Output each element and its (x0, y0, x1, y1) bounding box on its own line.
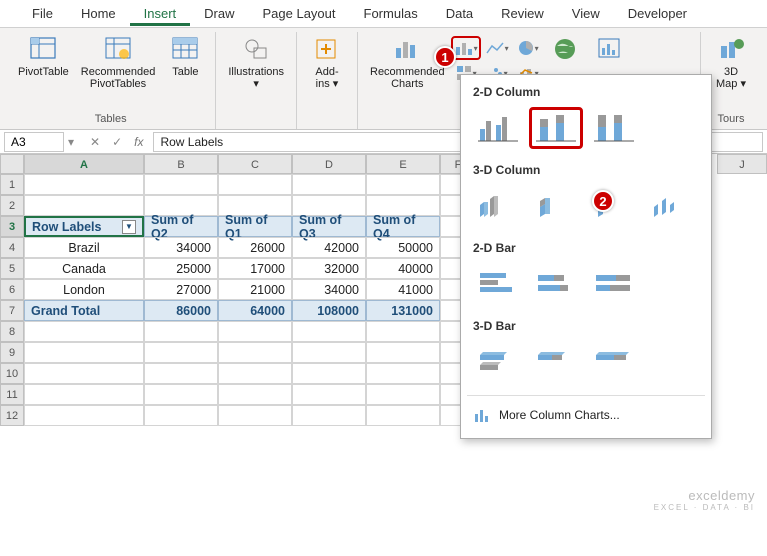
line-chart-icon (485, 39, 505, 57)
pivottable-icon (27, 34, 59, 64)
3d-map-button[interactable]: 3DMap ▾ (707, 32, 755, 92)
ribbon-tabs: File Home Insert Draw Page Layout Formul… (0, 0, 767, 28)
pivottable-button[interactable]: PivotTable (12, 32, 75, 80)
pivotchart-button[interactable] (587, 32, 631, 66)
tab-file[interactable]: File (18, 1, 67, 26)
tab-review[interactable]: Review (487, 1, 558, 26)
pivot-col-header[interactable]: Sum of Q3 (292, 216, 366, 237)
tab-draw[interactable]: Draw (190, 1, 248, 26)
100-stacked-bar-2d[interactable] (587, 263, 641, 305)
recommended-pivot-icon (102, 34, 134, 64)
column-chart-icon (473, 406, 491, 424)
row-header[interactable]: 6 (0, 279, 24, 300)
shapes-icon (240, 34, 272, 64)
insert-pie-chart-button[interactable]: ▾ (513, 36, 543, 60)
row-header[interactable]: 3 (0, 216, 24, 237)
pivot-col-header[interactable]: Sum of Q4 (366, 216, 440, 237)
globe-icon (549, 34, 581, 64)
insert-line-chart-button[interactable]: ▾ (482, 36, 512, 60)
callout-2: 2 (592, 190, 614, 212)
clustered-bar-2d[interactable] (471, 263, 525, 305)
callout-1: 1 (434, 46, 456, 68)
menu-group-2d-bar: 2-D Bar (461, 237, 711, 259)
name-box[interactable] (4, 132, 64, 152)
tab-page-layout[interactable]: Page Layout (249, 1, 350, 26)
col-header-j[interactable]: J (717, 154, 767, 174)
100-stacked-bar-3d[interactable] (587, 341, 641, 383)
stacked-bar-2d[interactable] (529, 263, 583, 305)
group-tours-label: Tours (718, 111, 745, 127)
stacked-bar-3d[interactable] (529, 341, 583, 383)
tab-view[interactable]: View (558, 1, 614, 26)
recommended-charts-icon (391, 34, 423, 64)
tab-data[interactable]: Data (432, 1, 487, 26)
fx-icon[interactable]: fx (128, 135, 149, 149)
group-addins: Add-ins ▾ (297, 32, 358, 129)
name-box-dropdown[interactable]: ▾ (68, 135, 84, 149)
menu-group-3d-column: 3-D Column (461, 159, 711, 181)
illustrations-button[interactable]: Illustrations▾ (222, 32, 290, 92)
col-header-c[interactable]: C (218, 154, 292, 174)
stacked-column-3d[interactable] (529, 185, 583, 227)
filter-dropdown-icon[interactable]: ▼ (122, 220, 136, 234)
stacked-column-2d[interactable] (529, 107, 583, 149)
column-3d[interactable] (645, 185, 699, 227)
100-stacked-column-2d[interactable] (587, 107, 641, 149)
tab-home[interactable]: Home (67, 1, 130, 26)
clustered-column-3d[interactable] (471, 185, 525, 227)
pivot-rowlabels-header[interactable]: Row Labels▼ (24, 216, 144, 237)
clustered-bar-3d[interactable] (471, 341, 525, 383)
col-header-a[interactable]: A (24, 154, 144, 174)
row-header[interactable]: 1 (0, 174, 24, 195)
col-header-b[interactable]: B (144, 154, 218, 174)
group-tables: PivotTable RecommendedPivotTables Table … (6, 32, 216, 129)
tab-formulas[interactable]: Formulas (350, 1, 432, 26)
watermark: exceldemy EXCEL · DATA · BI (654, 488, 755, 512)
group-tables-label: Tables (95, 111, 127, 127)
pivot-value[interactable]: 34000 (144, 237, 218, 258)
row-header[interactable]: 7 (0, 300, 24, 321)
pivot-col-header[interactable]: Sum of Q1 (218, 216, 292, 237)
row-header[interactable]: 2 (0, 195, 24, 216)
fx-enter[interactable]: ✓ (106, 135, 128, 149)
row-header[interactable]: 5 (0, 258, 24, 279)
pivotchart-icon (593, 34, 625, 64)
menu-group-3d-bar: 3-D Bar (461, 315, 711, 337)
tab-developer[interactable]: Developer (614, 1, 701, 26)
clustered-column-2d[interactable] (471, 107, 525, 149)
table-icon (169, 34, 201, 64)
more-column-charts[interactable]: More Column Charts... (461, 398, 711, 432)
menu-group-2d-column: 2-D Column (461, 81, 711, 103)
select-all-corner[interactable] (0, 154, 24, 174)
col-header-d[interactable]: D (292, 154, 366, 174)
pie-chart-icon (517, 39, 535, 57)
pivot-row-label[interactable]: Brazil (24, 237, 144, 258)
addins-icon (311, 34, 343, 64)
cell[interactable] (24, 174, 144, 195)
table-button[interactable]: Table (161, 32, 209, 80)
recommended-pivot-button[interactable]: RecommendedPivotTables (75, 32, 162, 92)
addins-button[interactable]: Add-ins ▾ (303, 32, 351, 92)
tab-insert[interactable]: Insert (130, 1, 191, 26)
row-header[interactable]: 4 (0, 237, 24, 258)
col-header-e[interactable]: E (366, 154, 440, 174)
maps-button[interactable] (543, 32, 587, 66)
fx-cancel[interactable]: ✕ (84, 135, 106, 149)
pivot-col-header[interactable]: Sum of Q2 (144, 216, 218, 237)
group-illustrations: Illustrations▾ (216, 32, 297, 129)
3d-map-icon (715, 34, 747, 64)
column-chart-icon (454, 39, 474, 57)
column-chart-dropdown: 2-D Column 3-D Column 2-D Bar 3-D Bar Mo… (460, 74, 712, 439)
pivot-grand-total-label[interactable]: Grand Total (24, 300, 144, 321)
